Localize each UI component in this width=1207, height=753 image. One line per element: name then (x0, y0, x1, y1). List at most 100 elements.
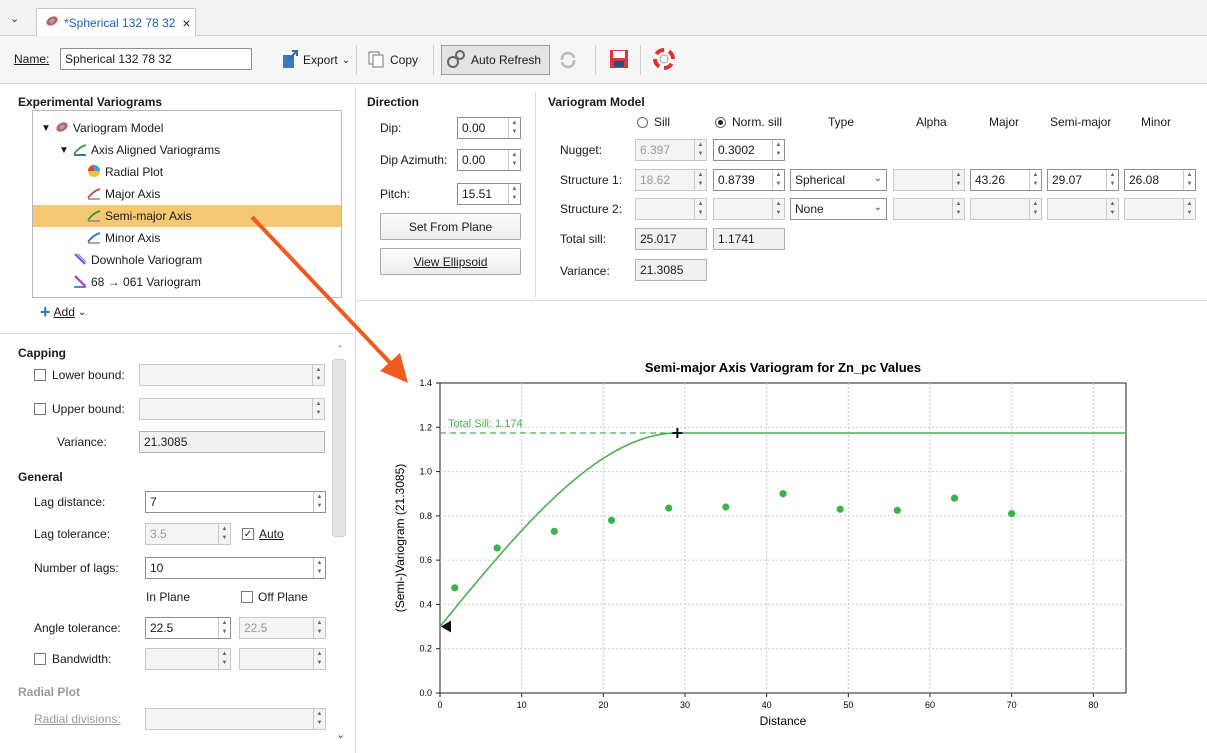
radial-plot-title: Radial Plot (18, 685, 81, 699)
upper-bound-input[interactable]: ▲ ▼ (139, 398, 325, 420)
bandwidth-offplane-input[interactable]: ▲ ▼ (239, 648, 326, 670)
tree-item-axis-aligned[interactable]: ▼ Axis Aligned Variograms (59, 139, 220, 161)
lag-distance-input[interactable]: 7 ▲ ▼ (145, 491, 326, 513)
copy-button[interactable]: Copy (362, 45, 422, 75)
name-input[interactable]: Spherical 132 78 32 (60, 48, 252, 70)
x-tick-label: 20 (598, 700, 608, 710)
radio-icon[interactable] (637, 116, 648, 128)
dip-azimuth-input[interactable]: 0.00 ▲ ▼ (457, 149, 521, 171)
auto-refresh-button[interactable]: Auto Refresh (441, 45, 550, 75)
line-variogram-icon (73, 274, 87, 291)
general-title: General (18, 470, 63, 484)
dip-azimuth-label: Dip Azimuth: (380, 153, 448, 167)
checkbox-icon[interactable] (241, 591, 253, 603)
gears-icon (445, 48, 467, 73)
upper-bound-checkbox[interactable]: Upper bound: (34, 398, 125, 420)
data-point (607, 516, 616, 524)
s1-norm-input[interactable]: 0.8739 ▲ ▼ (713, 169, 785, 191)
s2-alpha-input[interactable]: ▲ ▼ (893, 198, 965, 220)
col-type: Type (828, 115, 855, 129)
x-tick-label: 50 (843, 700, 853, 710)
refresh-icon[interactable] (558, 50, 578, 73)
num-lags-input[interactable]: 10 ▲ ▼ (145, 557, 326, 579)
model-variance-value: 21.3085 (635, 259, 707, 281)
bandwidth-input[interactable]: ▲ ▼ (145, 648, 231, 670)
s2-sill-input[interactable]: ▲ ▼ (635, 198, 707, 220)
tree-item-major-axis[interactable]: Major Axis (87, 183, 160, 205)
capping-variance-label: Variance: (57, 435, 107, 449)
data-point (722, 503, 730, 511)
angle-tolerance-label: Angle tolerance: (34, 621, 121, 635)
radio-selected-icon[interactable] (715, 116, 726, 128)
scrollbar-down-icon[interactable]: ⌄ (336, 728, 345, 741)
bandwidth-checkbox[interactable]: Bandwidth: (34, 648, 111, 670)
lag-tolerance-input[interactable]: 3.5 ▲ ▼ (145, 523, 231, 545)
data-point (451, 584, 459, 592)
tree-item-radial-plot[interactable]: Radial Plot (87, 161, 163, 183)
lower-bound-checkbox[interactable]: Lower bound: (34, 364, 125, 386)
nugget-sill-input[interactable]: 6.397 ▲ ▼ (635, 139, 707, 161)
s2-major-input[interactable]: ▲ ▼ (970, 198, 1042, 220)
downhole-icon (73, 252, 87, 269)
radial-plot-icon (87, 164, 101, 181)
x-tick-label: 10 (517, 700, 527, 710)
export-button[interactable]: Export ⌄ (275, 45, 354, 75)
checkmark-icon[interactable]: ✓ (242, 528, 254, 540)
total-sill-label: Total Sill: 1.174 (448, 418, 523, 430)
auto-checkbox[interactable]: ✓ Auto (242, 523, 284, 545)
norm-sill-radio[interactable]: Norm. sill (715, 111, 782, 133)
s1-alpha-input[interactable]: ▲ ▼ (893, 169, 965, 191)
tab-bar: ⌄ *Spherical 132 78 32 × (0, 0, 1207, 36)
off-plane-checkbox[interactable]: Off Plane (241, 586, 308, 608)
sill-radio[interactable]: Sill (637, 111, 670, 133)
expand-icon[interactable]: ▼ (41, 123, 51, 134)
s2-minor-input[interactable]: ▲ ▼ (1124, 198, 1196, 220)
nugget-norm-input[interactable]: 0.3002 ▲ ▼ (713, 139, 785, 161)
tree-item-downhole-variogram[interactable]: Downhole Variogram (73, 249, 202, 271)
s2-type-select[interactable]: None ⌄ (790, 198, 887, 220)
pitch-input[interactable]: 15.51 ▲ ▼ (457, 183, 521, 205)
tree-item-minor-axis[interactable]: Minor Axis (87, 227, 160, 249)
s1-semi-major-input[interactable]: 29.07 ▲ ▼ (1047, 169, 1119, 191)
angle-tolerance-input[interactable]: 22.5 ▲ ▼ (145, 617, 231, 639)
s2-norm-input[interactable]: ▲ ▼ (713, 198, 785, 220)
dip-input[interactable]: 0.00 ▲ ▼ (457, 117, 521, 139)
tab-spherical[interactable]: *Spherical 132 78 32 × (36, 8, 196, 36)
s1-minor-input[interactable]: 26.08 ▲ ▼ (1124, 169, 1196, 191)
x-tick-label: 80 (1088, 700, 1098, 710)
total-sill-norm-value: 1.1741 (713, 228, 785, 250)
capping-title: Capping (18, 346, 66, 360)
x-axis-label: Distance (760, 714, 807, 728)
angle-tolerance-offplane-input[interactable]: 22.5 ▲ ▼ (239, 617, 326, 639)
add-button[interactable]: + Add ⌄ (40, 303, 86, 321)
experimental-variograms-title: Experimental Variograms (18, 95, 163, 109)
save-icon[interactable] (608, 48, 630, 73)
s1-type-select[interactable]: Spherical ⌄ (790, 169, 887, 191)
copy-icon (366, 49, 386, 72)
tree-item-68-061-variogram[interactable]: 68 → 061 Variogram (73, 271, 201, 293)
data-point (893, 506, 901, 514)
x-tick-label: 70 (1007, 700, 1017, 710)
help-icon[interactable] (653, 48, 675, 73)
s1-sill-input[interactable]: 18.62 ▲ ▼ (635, 169, 707, 191)
chevron-down-icon[interactable]: ⌄ (10, 12, 19, 25)
name-label: Name: (14, 52, 50, 66)
radial-divisions-input[interactable]: ▲ ▼ (145, 708, 326, 730)
total-sill-label: Total sill: (560, 232, 607, 246)
s2-semi-major-input[interactable]: ▲ ▼ (1047, 198, 1119, 220)
expand-icon[interactable]: ▼ (59, 145, 69, 156)
col-major: Major (989, 115, 1020, 129)
checkbox-icon[interactable] (34, 403, 46, 415)
s1-major-input[interactable]: 43.26 ▲ ▼ (970, 169, 1042, 191)
tree-item-variogram-model[interactable]: ▼ Variogram Model (41, 117, 163, 139)
variogram-icon (45, 14, 59, 31)
chevron-down-icon: ⌄ (873, 202, 882, 213)
y-tick-label: 1.2 (419, 422, 432, 432)
checkbox-icon[interactable] (34, 369, 46, 381)
checkbox-icon[interactable] (34, 653, 46, 665)
close-icon[interactable]: × (182, 15, 190, 31)
axis-variogram-icon (87, 230, 101, 247)
y-tick-label: 0.6 (419, 555, 432, 565)
y-tick-label: 0.0 (419, 688, 432, 698)
axis-variogram-icon (87, 208, 101, 225)
